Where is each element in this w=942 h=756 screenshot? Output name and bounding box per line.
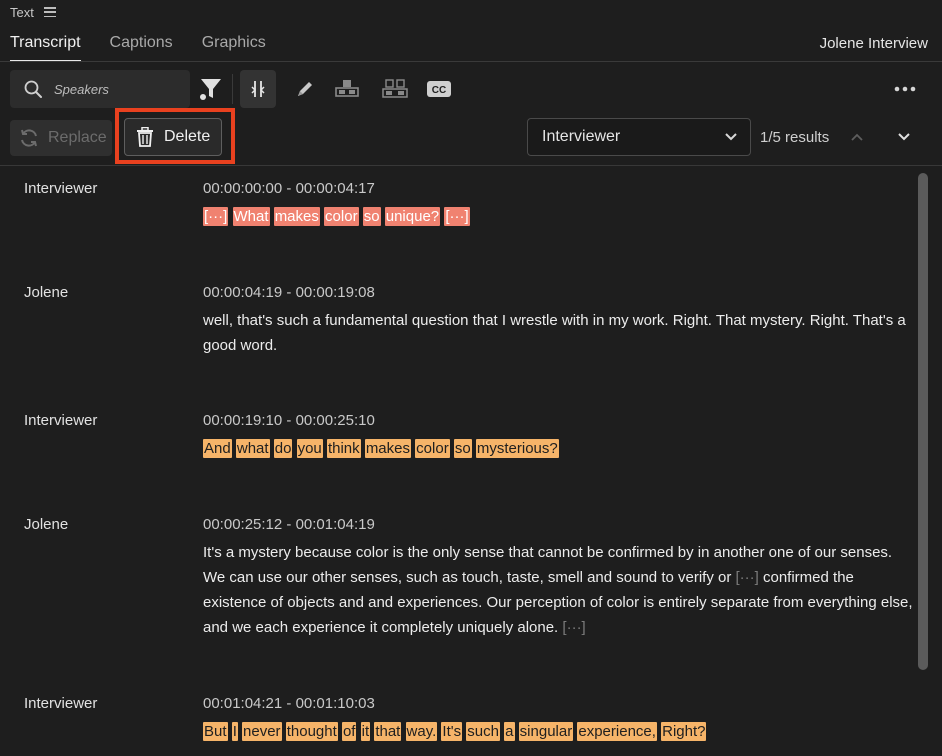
gap-marker[interactable]: [···] [562,619,585,636]
speaker-label[interactable]: Interviewer [24,695,97,712]
speaker-one-icon [335,80,359,97]
transcript-text[interactable]: It's a mystery because color is the only… [203,540,913,640]
speaker-label[interactable]: Jolene [24,516,68,533]
highlighted-word[interactable]: of [341,722,357,741]
replace-button[interactable]: Replace [10,120,112,156]
transcript-text[interactable]: And what do you think makes color so mys… [203,436,913,461]
captions-button[interactable]: CC [424,70,454,108]
highlighted-word[interactable]: singular [518,722,574,741]
highlighted-word[interactable]: makes [364,439,411,458]
refresh-icon [21,129,37,147]
transcript-text[interactable]: well, that's such a fundamental question… [203,308,913,358]
divider [0,61,942,62]
scrollbar-thumb[interactable] [918,173,928,670]
highlighted-word[interactable]: mysterious? [475,439,559,458]
gap-marker[interactable]: [···] [736,569,759,586]
highlighted-word[interactable]: I [231,722,238,741]
highlighted-word[interactable]: you [296,439,323,458]
split-button[interactable] [240,70,276,108]
speaker-label[interactable]: Interviewer [24,180,97,197]
highlighted-word[interactable]: think [326,439,361,458]
highlighted-word[interactable]: way. [405,722,438,741]
highlighted-word[interactable]: unique? [384,207,441,226]
highlighted-word[interactable]: And [203,439,232,458]
search-input[interactable] [54,81,164,97]
highlighted-word[interactable]: experience, [577,722,657,741]
search-toolbar: CC [0,70,942,110]
speakers-button[interactable] [380,70,410,108]
sequence-title: Jolene Interview [819,34,928,52]
next-result-button[interactable] [893,118,915,156]
filter-icon [200,79,221,100]
transcript-text[interactable]: But I never thought of it that way. It's… [203,719,913,744]
highlighted-word[interactable]: do [273,439,293,458]
edit-button[interactable] [290,70,320,108]
highlighted-word[interactable]: thought [285,722,338,741]
highlighted-word[interactable]: [···] [203,207,229,226]
highlighted-word[interactable]: that [374,722,402,741]
highlighted-word[interactable]: a [504,722,515,741]
speaker-dropdown-value: Interviewer [542,128,621,145]
panel-header: Text [0,0,942,24]
more-options-button[interactable] [888,70,922,108]
tab-graphics[interactable]: Graphics [192,24,276,62]
panel-title: Text [10,4,34,20]
filter-button[interactable] [194,70,228,108]
timecode: 00:00:25:12 - 00:01:04:19 [203,516,375,533]
highlighted-word[interactable]: what [235,439,270,458]
highlighted-word[interactable]: What [232,207,270,226]
timecode: 00:01:04:21 - 00:01:10:03 [203,695,375,712]
highlighted-word[interactable]: such [466,722,500,741]
speaker-label[interactable]: Interviewer [24,412,97,429]
transcript-list: Interviewer 00:00:00:00 - 00:00:04:17 [·… [0,166,942,756]
search-field[interactable] [10,70,190,108]
tab-captions[interactable]: Captions [100,24,183,62]
highlighted-word[interactable]: so [362,207,381,226]
split-icon [251,81,265,97]
timecode: 00:00:00:00 - 00:00:04:17 [203,180,375,197]
speaker-label[interactable]: Jolene [24,284,68,301]
highlighted-word[interactable]: It's [441,722,463,741]
delete-label: Delete [164,128,211,145]
svg-text:CC: CC [432,85,446,96]
highlighted-word[interactable]: color [415,439,450,458]
highlighted-word[interactable]: never [242,722,282,741]
speaker-dropdown[interactable]: Interviewer [527,118,751,156]
timecode: 00:00:04:19 - 00:00:19:08 [203,284,375,301]
speaker-two-icon [382,79,408,98]
search-results-count: 1/5 results [760,128,830,146]
cc-icon: CC [427,81,451,97]
chevron-down-icon [725,133,737,141]
highlighted-word[interactable]: Right? [661,722,707,741]
timecode: 00:00:19:10 - 00:00:25:10 [203,412,375,429]
toolbar-divider [232,74,233,104]
highlighted-word[interactable]: color [324,207,359,226]
previous-result-button[interactable] [846,118,868,156]
delete-button[interactable]: Delete [124,118,222,156]
chevron-down-icon [898,133,910,141]
highlighted-word[interactable]: [···] [444,207,470,226]
highlighted-word[interactable]: makes [273,207,320,226]
transcript-text[interactable]: [···] What makes color so unique? [···] [203,204,913,229]
chevron-up-icon [851,133,863,141]
tab-bar: Transcript Captions Graphics [0,24,942,62]
more-icon [894,86,916,92]
assign-speaker-button[interactable] [332,70,362,108]
search-icon [24,80,42,98]
highlighted-word[interactable]: it [360,722,371,741]
trash-icon [137,127,153,147]
tab-transcript[interactable]: Transcript [0,24,91,62]
hamburger-menu-icon[interactable] [43,7,56,17]
highlighted-word[interactable]: But [203,722,228,741]
replace-label: Replace [48,129,107,146]
pencil-icon [298,82,312,96]
highlighted-word[interactable]: so [453,439,472,458]
